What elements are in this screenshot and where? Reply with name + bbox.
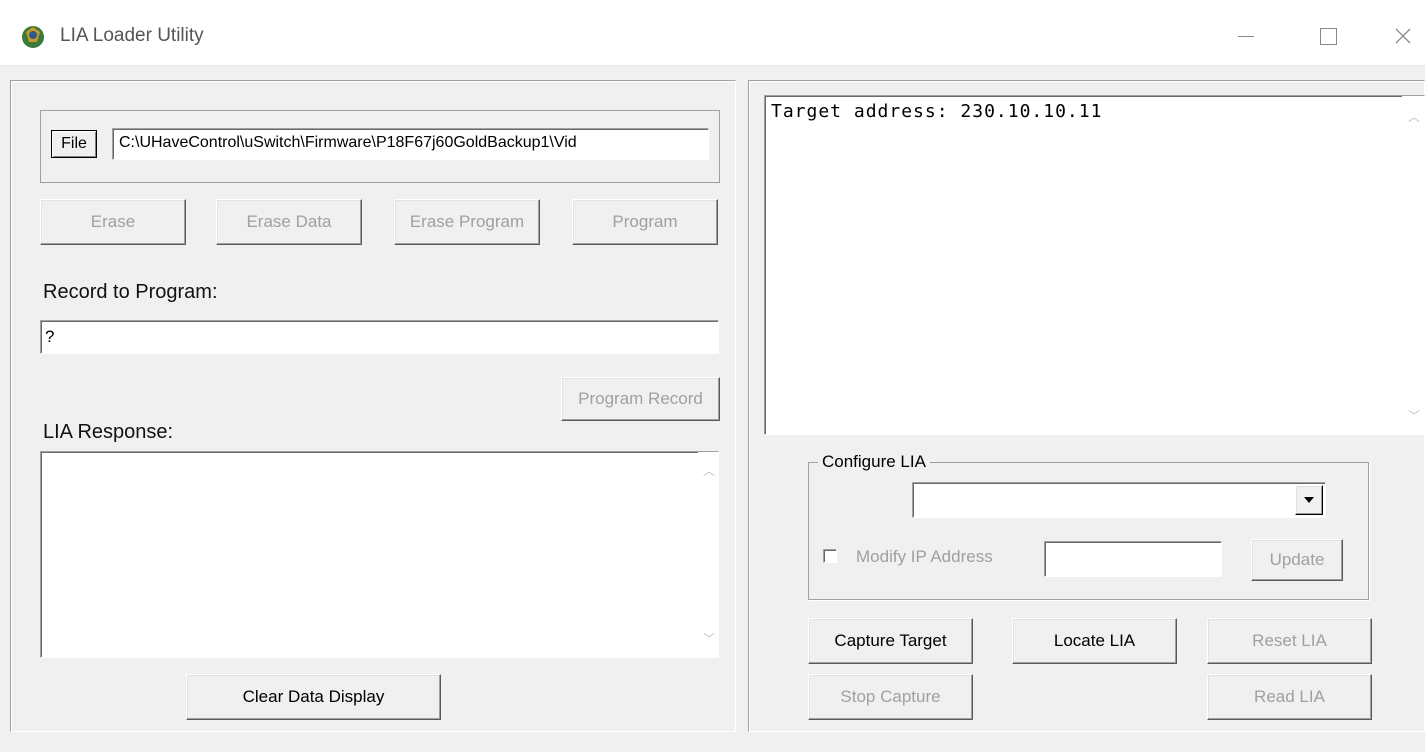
stop-capture-button[interactable]: Stop Capture (808, 674, 973, 720)
update-button[interactable]: Update (1251, 539, 1343, 581)
record-input[interactable]: ? (40, 320, 719, 354)
program-record-button[interactable]: Program Record (561, 377, 720, 421)
app-logo-icon (22, 26, 44, 48)
scroll-down-icon[interactable]: ﹀ (703, 630, 715, 647)
file-path-field[interactable]: C:\UHaveControl\uSwitch\Firmware\P18F67j… (112, 128, 709, 160)
target-log-textarea[interactable]: Target address: 230.10.10.11 ︿ ﹀ (764, 95, 1425, 435)
dropdown-button[interactable] (1295, 485, 1323, 515)
record-to-program-label: Record to Program: (43, 281, 218, 303)
maximize-button[interactable] (1305, 14, 1351, 58)
configure-lia-group-label: Configure LIA (818, 452, 930, 472)
log-scroll-down-icon[interactable]: ﹀ (1408, 407, 1420, 424)
erase-data-button[interactable]: Erase Data (216, 199, 362, 245)
lia-response-textarea[interactable]: ︿ ﹀ (40, 451, 719, 658)
reset-lia-button[interactable]: Reset LIA (1207, 618, 1372, 664)
scroll-up-icon[interactable]: ︿ (703, 462, 715, 479)
minimize-button[interactable] (1223, 14, 1269, 58)
modify-ip-label: Modify IP Address (856, 547, 993, 566)
read-lia-button[interactable]: Read LIA (1207, 674, 1372, 720)
configure-lia-dropdown[interactable] (912, 482, 1326, 518)
modify-ip-checkbox[interactable] (823, 549, 837, 563)
close-icon (1395, 28, 1411, 44)
window-title: LIA Loader Utility (60, 25, 204, 46)
ip-address-input[interactable] (1044, 541, 1222, 577)
program-button[interactable]: Program (572, 199, 718, 245)
capture-target-button[interactable]: Capture Target (808, 618, 973, 664)
clear-data-display-button[interactable]: Clear Data Display (186, 674, 441, 720)
close-button[interactable] (1380, 14, 1425, 58)
file-button[interactable]: File (51, 130, 97, 158)
chevron-down-icon (1304, 497, 1314, 503)
maximize-icon (1319, 27, 1337, 45)
erase-button[interactable]: Erase (40, 199, 186, 245)
target-log-scrollbar[interactable]: ︿ ﹀ (1402, 96, 1424, 434)
lia-response-scrollbar[interactable]: ︿ ﹀ (698, 452, 718, 657)
lia-response-label: LIA Response: (43, 421, 174, 443)
locate-lia-button[interactable]: Locate LIA (1012, 618, 1177, 664)
lia-response-text (41, 452, 718, 460)
title-bar (0, 0, 1425, 66)
erase-program-button[interactable]: Erase Program (394, 199, 540, 245)
log-scroll-up-icon[interactable]: ︿ (1408, 108, 1420, 125)
configure-lia-dropdown-value (913, 483, 1325, 499)
minimize-icon (1238, 35, 1254, 37)
target-log-text: Target address: 230.10.10.11 (771, 101, 1103, 122)
